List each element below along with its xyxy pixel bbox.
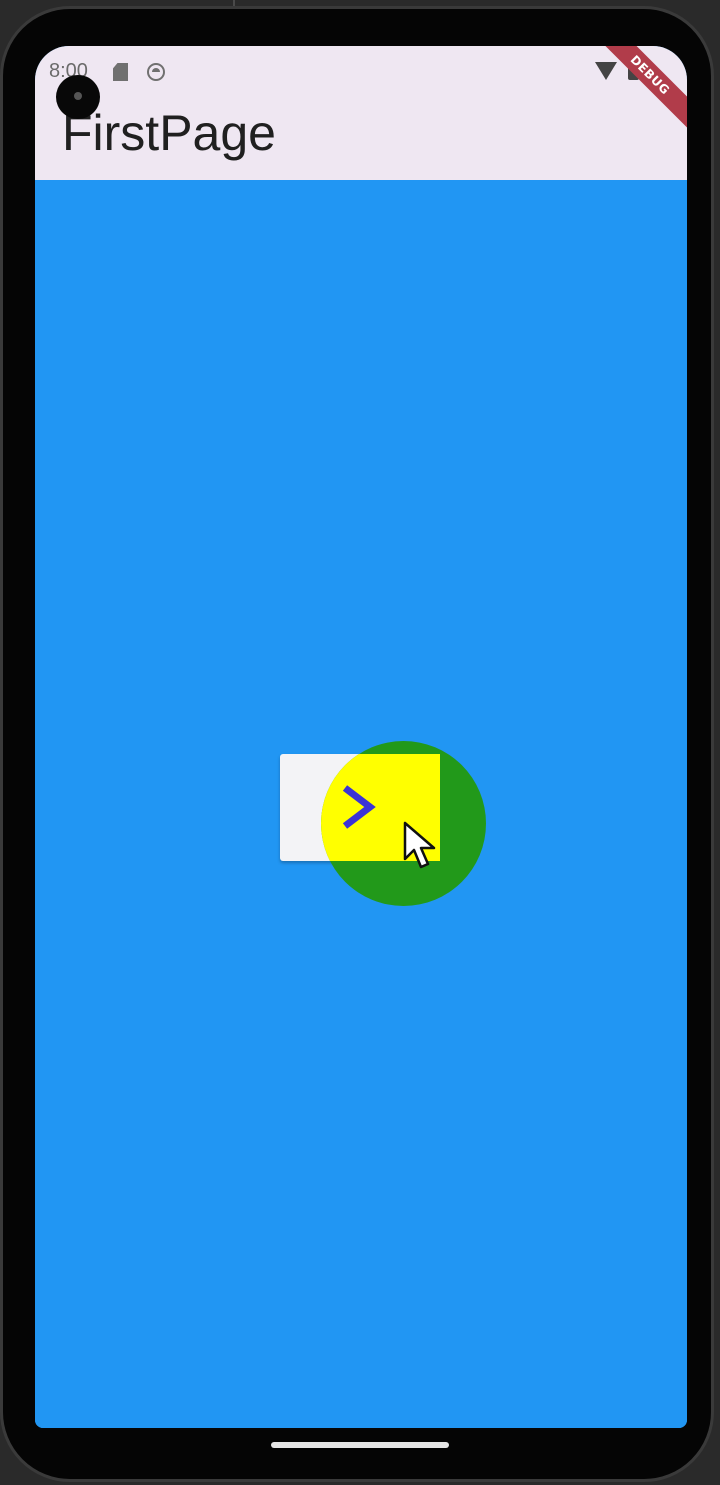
page-title: FirstPage — [62, 105, 276, 161]
front-camera — [56, 75, 100, 119]
home-indicator[interactable] — [271, 1442, 449, 1448]
app-bar: 8:00 FirstPage DEBUG — [35, 46, 687, 180]
sd-card-icon — [113, 63, 128, 81]
gauge-icon — [147, 63, 165, 81]
mouse-cursor-icon — [403, 821, 436, 869]
page-body — [35, 180, 687, 1428]
chevron-right-icon[interactable] — [340, 784, 376, 830]
status-bar: 8:00 — [35, 46, 687, 90]
phone-frame: 8:00 FirstPage DEBUG — [0, 6, 714, 1482]
phone-screen: 8:00 FirstPage DEBUG — [35, 46, 687, 1428]
wifi-icon — [595, 62, 617, 80]
